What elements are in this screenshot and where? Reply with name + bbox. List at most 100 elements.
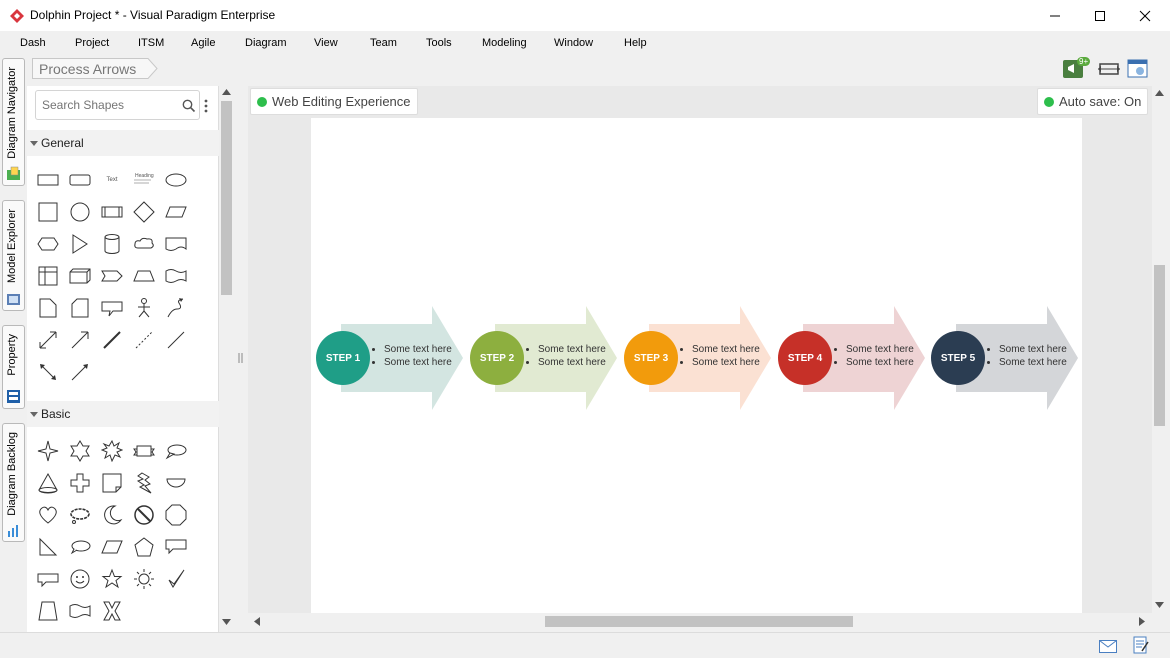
shape-heading[interactable]: Heading bbox=[131, 167, 157, 193]
category-general[interactable]: General bbox=[27, 130, 219, 156]
process-step[interactable]: STEP 1 Some text here Some text here bbox=[315, 306, 465, 410]
process-step[interactable]: STEP 4 Some text here Some text here bbox=[777, 306, 927, 410]
shape-thought-cloud[interactable] bbox=[67, 502, 93, 528]
fit-diagram-button[interactable] bbox=[1097, 60, 1121, 78]
shape-trapezoid[interactable] bbox=[131, 263, 157, 289]
shape-hexagon[interactable] bbox=[35, 231, 61, 257]
shape-pentagon[interactable] bbox=[131, 534, 157, 560]
tab-property[interactable]: Property bbox=[2, 325, 25, 409]
shape-table[interactable] bbox=[35, 263, 61, 289]
shape-dashed-line[interactable] bbox=[131, 327, 157, 353]
shape-lightning[interactable] bbox=[131, 470, 157, 496]
shape-moon[interactable] bbox=[99, 502, 125, 528]
search-box[interactable] bbox=[35, 90, 200, 120]
tab-diagram-backlog[interactable]: Diagram Backlog bbox=[2, 423, 25, 542]
search-input[interactable] bbox=[42, 98, 177, 112]
shape-4-point-star[interactable] bbox=[35, 438, 61, 464]
splitter-handle[interactable] bbox=[238, 352, 243, 363]
shape-double-arrow[interactable] bbox=[35, 327, 61, 353]
shape-curve[interactable] bbox=[163, 295, 189, 321]
category-basic[interactable]: Basic bbox=[27, 401, 219, 427]
mail-icon[interactable] bbox=[1099, 640, 1117, 653]
shape-circle[interactable] bbox=[67, 199, 93, 225]
scroll-thumb[interactable] bbox=[221, 101, 232, 295]
shape-cross[interactable] bbox=[67, 470, 93, 496]
process-step[interactable]: STEP 2 Some text here Some text here bbox=[469, 306, 619, 410]
shape-sun[interactable] bbox=[131, 566, 157, 592]
tab-diagram-navigator[interactable]: Diagram Navigator bbox=[2, 58, 25, 186]
menu-agile[interactable]: Agile bbox=[191, 37, 215, 49]
shape-heart[interactable] bbox=[35, 502, 61, 528]
menu-diagram[interactable]: Diagram bbox=[245, 37, 287, 49]
menu-dash[interactable]: Dash bbox=[20, 37, 46, 49]
shape-smiley[interactable] bbox=[67, 566, 93, 592]
shape-wave[interactable] bbox=[163, 263, 189, 289]
shape-cylinder[interactable] bbox=[99, 231, 125, 257]
shape-callout[interactable] bbox=[99, 295, 125, 321]
shape-folded-corner[interactable] bbox=[99, 470, 125, 496]
shape-flag-trapezoid[interactable] bbox=[35, 598, 61, 624]
close-button[interactable] bbox=[1122, 0, 1168, 31]
shape-text[interactable]: Text bbox=[99, 167, 125, 193]
menu-view[interactable]: View bbox=[314, 37, 338, 49]
shape-checkmark[interactable] bbox=[163, 566, 189, 592]
shape-cloud[interactable] bbox=[131, 231, 157, 257]
shape-actor[interactable] bbox=[131, 295, 157, 321]
shape-parallelogram[interactable] bbox=[163, 199, 189, 225]
shape-bidirectional-connector[interactable] bbox=[35, 359, 61, 385]
shape-banner[interactable] bbox=[131, 438, 157, 464]
menu-window[interactable]: Window bbox=[554, 37, 593, 49]
horizontal-scrollbar[interactable] bbox=[248, 613, 1152, 630]
menu-help[interactable]: Help bbox=[624, 37, 647, 49]
scroll-thumb[interactable] bbox=[1154, 265, 1165, 426]
layout-button[interactable] bbox=[1127, 59, 1149, 79]
minimize-button[interactable] bbox=[1032, 0, 1078, 31]
panel-scrollbar[interactable] bbox=[219, 86, 234, 632]
scroll-left-icon[interactable] bbox=[254, 617, 260, 626]
tab-model-explorer[interactable]: Model Explorer bbox=[2, 200, 25, 311]
scroll-up-icon[interactable] bbox=[1155, 90, 1164, 96]
shape-half-circle[interactable] bbox=[163, 470, 189, 496]
more-options-icon[interactable] bbox=[203, 98, 209, 114]
notification-button[interactable]: 9+ bbox=[1062, 57, 1091, 80]
menu-project[interactable]: Project bbox=[75, 37, 109, 49]
web-editing-chip[interactable]: Web Editing Experience bbox=[250, 88, 418, 115]
shape-rounded-rectangle[interactable] bbox=[67, 167, 93, 193]
search-icon[interactable] bbox=[182, 99, 196, 113]
scroll-thumb[interactable] bbox=[545, 616, 853, 627]
shape-triangle[interactable] bbox=[67, 231, 93, 257]
scroll-up-icon[interactable] bbox=[222, 89, 231, 95]
process-step[interactable]: STEP 3 Some text here Some text here bbox=[623, 306, 773, 410]
scroll-down-icon[interactable] bbox=[1155, 602, 1164, 608]
shape-rect-callout[interactable] bbox=[163, 534, 189, 560]
menu-team[interactable]: Team bbox=[370, 37, 397, 49]
shape-thick-line[interactable] bbox=[99, 327, 125, 353]
menu-tools[interactable]: Tools bbox=[426, 37, 452, 49]
shape-5-point-star[interactable] bbox=[99, 566, 125, 592]
shape-document[interactable] bbox=[163, 231, 189, 257]
auto-save-chip[interactable]: Auto save: On bbox=[1037, 88, 1149, 115]
shape-square[interactable] bbox=[35, 199, 61, 225]
shape-process[interactable] bbox=[99, 199, 125, 225]
shape-arrow[interactable] bbox=[67, 327, 93, 353]
shape-octagon[interactable] bbox=[163, 502, 189, 528]
vertical-scrollbar[interactable] bbox=[1152, 86, 1167, 613]
shape-speech-bubble[interactable] bbox=[67, 534, 93, 560]
shape-rectangle[interactable] bbox=[35, 167, 61, 193]
shape-diamond[interactable] bbox=[131, 199, 157, 225]
shape-double-wave[interactable] bbox=[67, 598, 93, 624]
scroll-down-icon[interactable] bbox=[222, 619, 231, 625]
shape-burst[interactable] bbox=[99, 438, 125, 464]
shape-line[interactable] bbox=[163, 327, 189, 353]
shape-connector[interactable] bbox=[67, 359, 93, 385]
shape-ellipse[interactable] bbox=[163, 167, 189, 193]
shape-6-point-star[interactable] bbox=[67, 438, 93, 464]
shape-cone[interactable] bbox=[35, 470, 61, 496]
shape-chevron[interactable] bbox=[99, 263, 125, 289]
shape-note[interactable] bbox=[35, 295, 61, 321]
scroll-right-icon[interactable] bbox=[1139, 617, 1145, 626]
menu-modeling[interactable]: Modeling bbox=[482, 37, 527, 49]
menu-itsm[interactable]: ITSM bbox=[138, 37, 164, 49]
shape-x-shape[interactable] bbox=[99, 598, 125, 624]
shape-3d-box[interactable] bbox=[67, 263, 93, 289]
